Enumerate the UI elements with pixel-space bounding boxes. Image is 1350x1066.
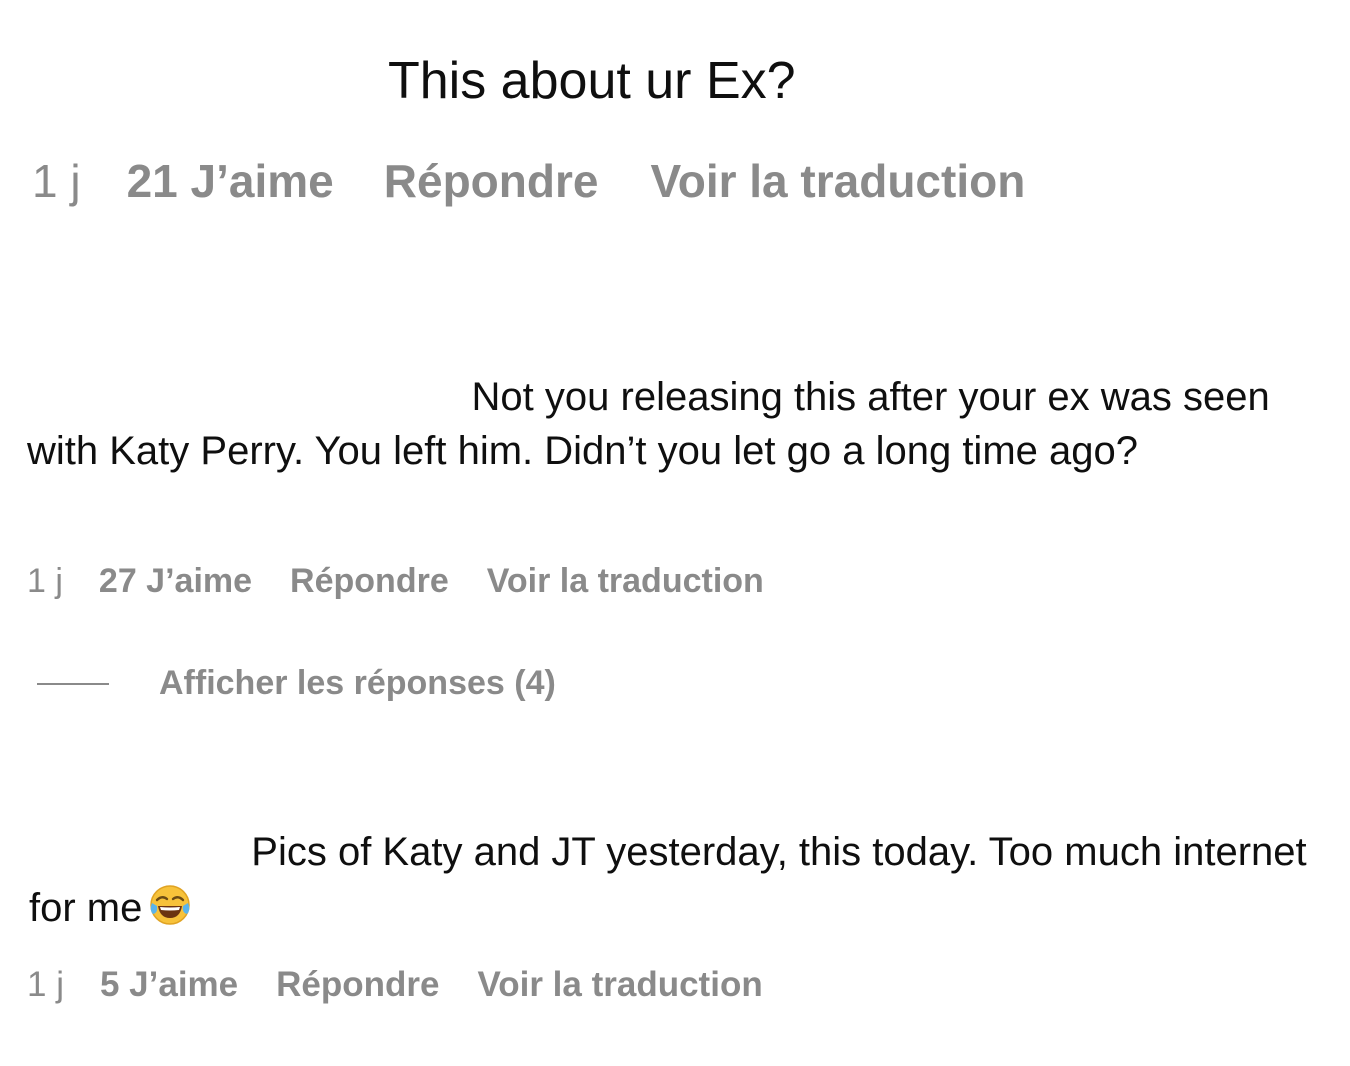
reply-button[interactable]: Répondre (276, 965, 439, 1005)
view-replies-label: Afficher les réponses (4) (159, 664, 556, 702)
comment-meta-row: 1 j 5 J’aime Répondre Voir la traduction (27, 964, 763, 1006)
see-translation-button[interactable]: Voir la traduction (477, 965, 762, 1005)
comment-timestamp: 1 j (27, 965, 64, 1004)
replies-divider-line (37, 682, 109, 685)
comment-timestamp: 1 j (27, 561, 63, 600)
likes-count-button[interactable]: 21 J’aime (127, 154, 334, 208)
comment-timestamp: 1 j (32, 155, 81, 207)
reply-button[interactable]: Répondre (384, 154, 599, 208)
comment-text: Not you releasing this after your ex was… (27, 375, 1281, 473)
view-replies-button[interactable]: Afficher les réponses (4) (37, 664, 556, 703)
reply-button[interactable]: Répondre (290, 562, 449, 601)
comment-meta-row: 1 j 27 J’aime Répondre Voir la traductio… (27, 560, 764, 602)
see-translation-button[interactable]: Voir la traduction (487, 562, 764, 601)
comment-meta-row: 1 j 21 J’aime Répondre Voir la traductio… (32, 154, 1025, 208)
likes-count-button[interactable]: 27 J’aime (99, 562, 252, 601)
likes-count-button[interactable]: 5 J’aime (100, 965, 238, 1005)
tears-of-joy-emoji-icon (150, 885, 191, 925)
comment-text-content: Pics of Katy and JT yesterday, this toda… (29, 830, 1318, 930)
comment-text: Pics of Katy and JT yesterday, this toda… (29, 824, 1319, 936)
see-translation-button[interactable]: Voir la traduction (650, 154, 1025, 208)
comment-text: This about ur Ex? (388, 52, 796, 110)
